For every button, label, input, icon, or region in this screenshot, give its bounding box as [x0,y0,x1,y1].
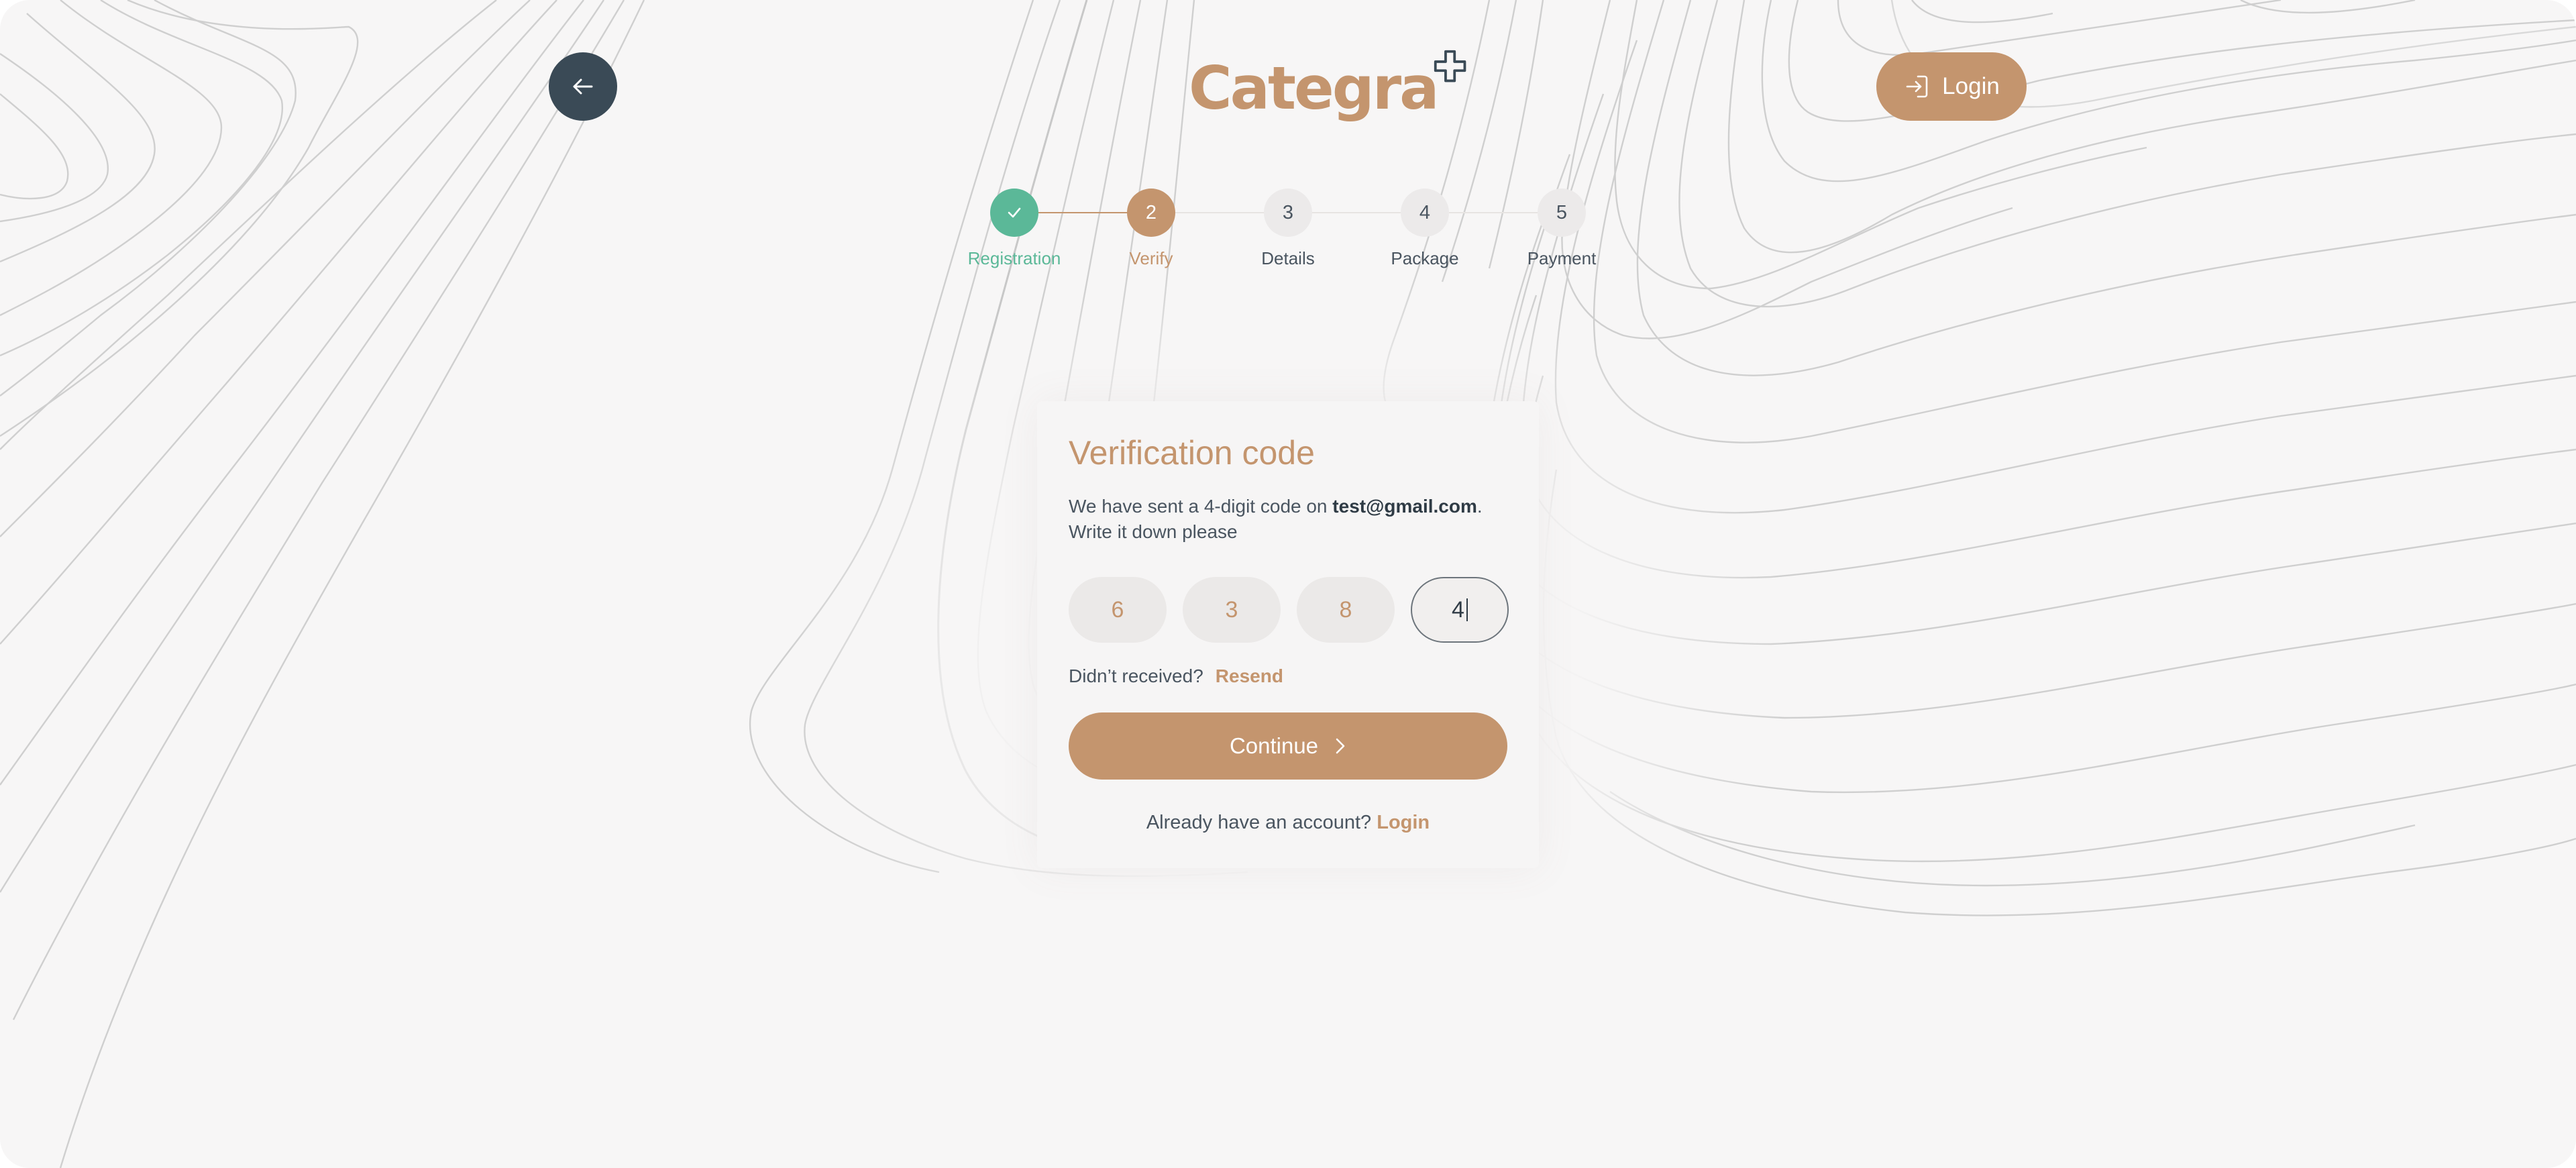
continue-button[interactable]: Continue [1069,712,1507,780]
text-caret [1466,598,1468,621]
step-connector [1038,212,1138,213]
progress-stepper: 2 3 4 5 Registration Verify Details Pack… [0,0,2576,282]
step-label-payment: Payment [1527,248,1597,268]
card-title: Verification code [1069,434,1315,472]
desc-suffix: . [1477,496,1483,517]
resend-prompt: Didn’t received? [1069,666,1203,686]
account-login-link[interactable]: Login [1377,812,1430,833]
resend-row: Didn’t received? Resend [1069,666,1283,687]
step-package[interactable]: 4 [1401,189,1449,237]
code-digit-2[interactable]: 3 [1183,577,1281,643]
code-digit-1[interactable]: 6 [1069,577,1167,643]
code-digit-4-value: 4 [1452,596,1464,623]
app-frame: Categra Login 2 3 4 5 Registration Verif… [0,0,2576,1168]
step-connector [1175,212,1275,213]
code-digit-4[interactable]: 4 [1411,577,1509,643]
check-icon [1008,207,1021,218]
continue-button-label: Continue [1229,733,1319,758]
step-connector [1449,212,1548,213]
account-prompt: Already have an account? [1146,812,1372,833]
desc-prefix: We have sent a 4-digit code on [1069,496,1333,517]
step-connector [1312,212,1411,213]
step-registration[interactable] [990,189,1038,237]
card-description: We have sent a 4-digit code on test@gmai… [1069,494,1511,545]
code-input-row: 6 3 8 4 [1069,577,1509,643]
desc-line2: Write it down please [1069,521,1238,542]
step-details[interactable]: 3 [1264,189,1312,237]
step-verify[interactable]: 2 [1127,189,1175,237]
verification-card: Verification code We have sent a 4-digit… [1037,401,1539,868]
email-address: test@gmail.com [1332,496,1477,517]
account-row: Already have an account? Login [1037,812,1539,834]
step-payment[interactable]: 5 [1538,189,1586,237]
chevron-right-icon [1336,738,1345,754]
code-digit-3[interactable]: 8 [1297,577,1395,643]
resend-link[interactable]: Resend [1216,666,1283,687]
